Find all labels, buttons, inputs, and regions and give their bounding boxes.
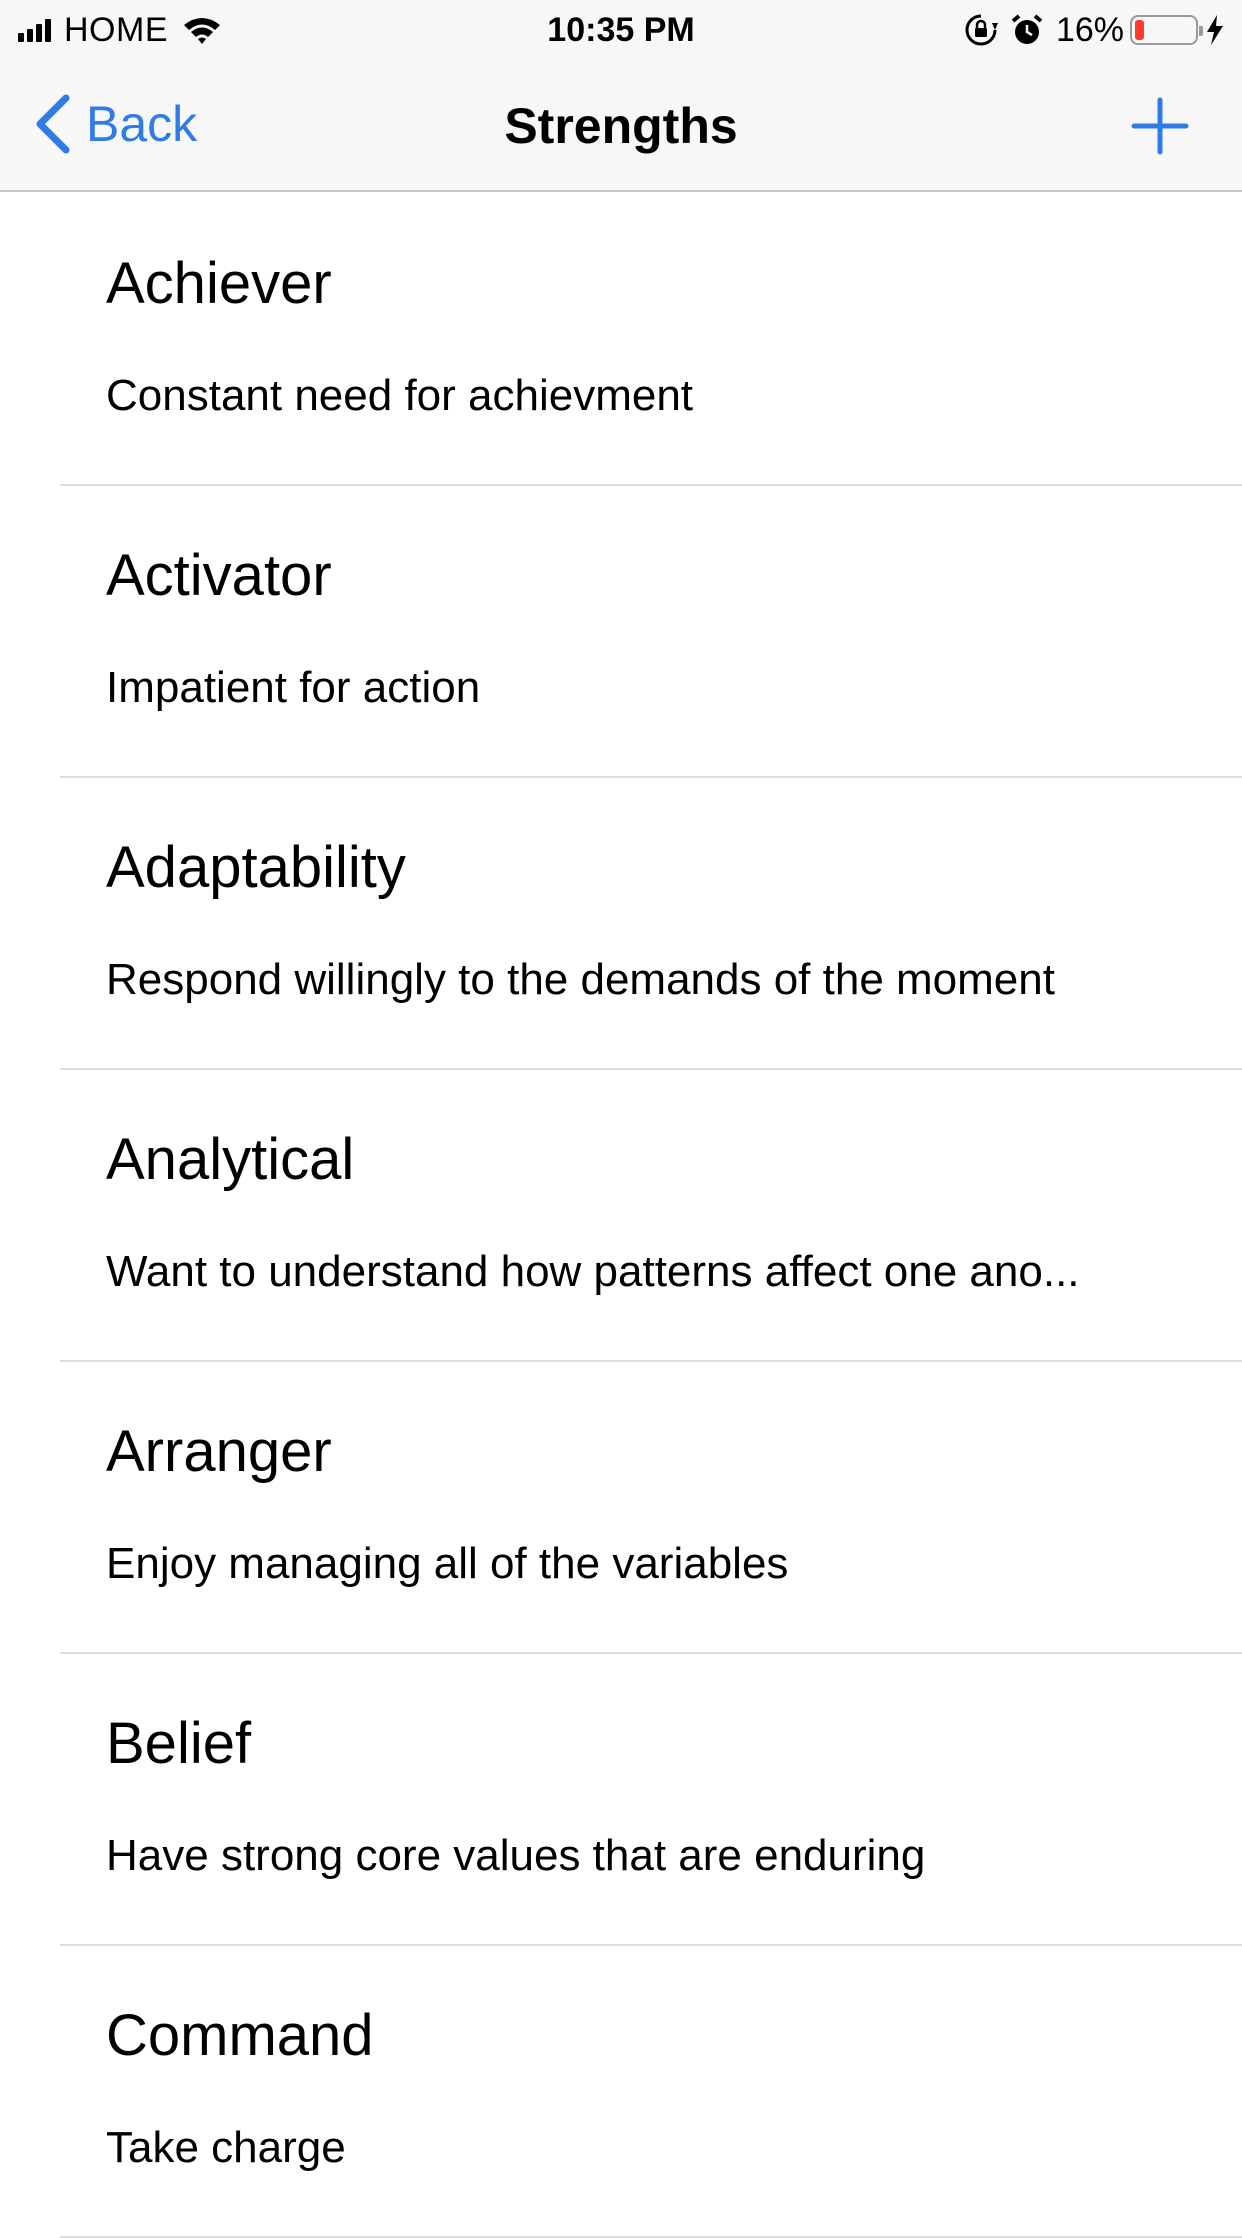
item-title: Belief [106,1711,252,1776]
item-subtitle: Enjoy managing all of the variables [106,1539,789,1588]
list-item-belief[interactable]: Belief Have strong core values that are … [0,1654,1242,1946]
rotation-lock-icon [965,14,998,46]
status-right: 16% [964,0,1226,60]
strengths-list: Achiever Constant need for achievment Ac… [0,194,1242,2238]
item-subtitle: Respond willingly to the demands of the … [106,955,1055,1004]
plus-icon[interactable] [1130,96,1190,156]
item-subtitle: Want to understand how patterns affect o… [106,1247,1080,1296]
battery-percent: 16% [1055,10,1124,49]
list-item-command[interactable]: Command Take charge [0,1946,1242,2238]
item-title: Arranger [106,1419,332,1484]
item-subtitle: Take charge [106,2123,346,2172]
item-title: Adaptability [106,835,406,900]
item-subtitle: Impatient for action [106,663,481,712]
list-item-analytical[interactable]: Analytical Want to understand how patter… [0,1070,1242,1362]
alarm-icon [1011,14,1043,44]
item-title: Analytical [106,1127,355,1192]
battery-icon [1130,15,1203,45]
item-subtitle: Have strong core values that are endurin… [106,1831,926,1880]
item-title: Achiever [106,251,332,316]
navigation-bar: Back Strengths [0,60,1242,192]
list-item-achiever[interactable]: Achiever Constant need for achievment [0,194,1242,486]
list-item-activator[interactable]: Activator Impatient for action [0,486,1242,778]
item-subtitle: Constant need for achievment [106,371,694,420]
item-title: Command [106,2003,374,2068]
battery-level [1135,20,1145,40]
item-title: Activator [106,543,332,608]
list-item-arranger[interactable]: Arranger Enjoy managing all of the varia… [0,1362,1242,1654]
list-item-adaptability[interactable]: Adaptability Respond willingly to the de… [0,778,1242,1070]
status-bar: HOME 10:35 PM 16% [0,0,1242,60]
page-title: Strengths [504,98,738,154]
charging-icon [1207,15,1223,45]
